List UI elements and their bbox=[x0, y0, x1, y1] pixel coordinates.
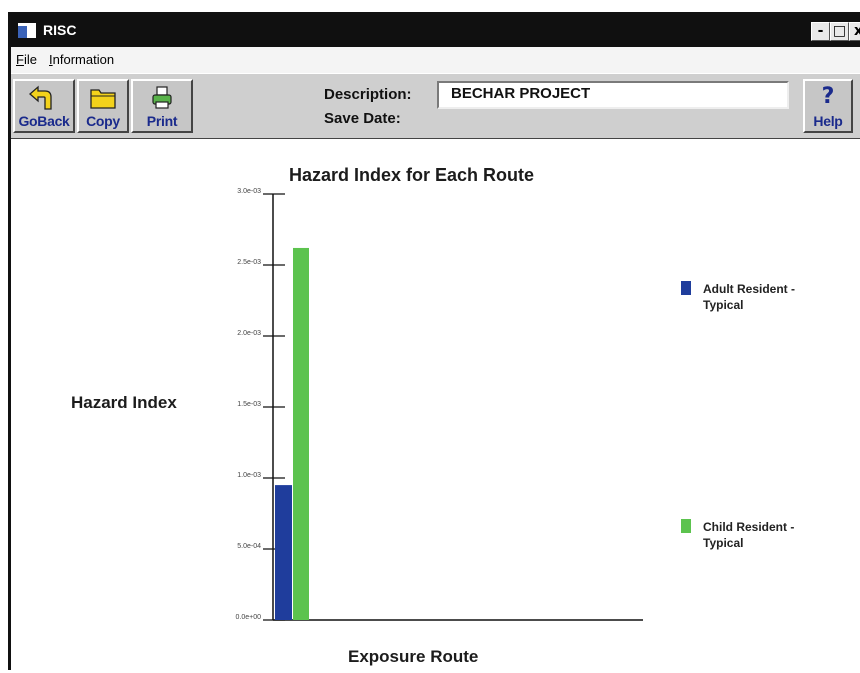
menu-file[interactable]: File bbox=[16, 52, 37, 67]
maximize-button[interactable]: □ bbox=[830, 22, 849, 41]
y-tick-label: 1.5e-03 bbox=[237, 401, 261, 408]
hazard-chart: 0.0e+00 5.0e-04 1.0e-03 1.5e-03 2.0e-03 2.5e-… bbox=[236, 188, 643, 621]
folder-icon bbox=[90, 89, 116, 109]
help-label: Help bbox=[813, 113, 843, 129]
minimize-button[interactable]: - bbox=[811, 22, 830, 41]
bar-child bbox=[293, 247, 309, 620]
description-label: Description: bbox=[324, 86, 412, 103]
copy-label: Copy bbox=[86, 113, 120, 129]
y-tick-label: 2.5e-03 bbox=[237, 259, 261, 266]
goback-button[interactable]: GoBack bbox=[13, 79, 75, 133]
save-date-label: Save Date: bbox=[324, 110, 401, 127]
legend-swatch-adult bbox=[681, 281, 691, 295]
y-tick-label: 3.0e-03 bbox=[237, 188, 261, 195]
print-label: Print bbox=[146, 113, 178, 129]
y-tick-label: 2.0e-03 bbox=[237, 330, 261, 337]
y-tick-label: 0.0e+00 bbox=[236, 614, 262, 621]
menu-information[interactable]: Information bbox=[49, 52, 114, 67]
y-tick-label: 5.0e-04 bbox=[237, 543, 261, 550]
legend-label-adult: Adult Resident - Typical bbox=[703, 282, 795, 312]
window-title: RISC bbox=[43, 22, 77, 38]
menu-bar: File Information bbox=[11, 47, 860, 73]
y-tick-label: 1.0e-03 bbox=[237, 472, 261, 479]
close-button[interactable]: x bbox=[849, 22, 860, 41]
app-icon bbox=[18, 23, 36, 38]
risc-window: RISC - □ x File Information GoBack Copy bbox=[8, 12, 860, 670]
title-bar[interactable]: RISC - □ x bbox=[11, 15, 860, 47]
copy-button[interactable]: Copy bbox=[77, 79, 129, 133]
bar-adult bbox=[275, 485, 292, 620]
print-button[interactable]: Print bbox=[131, 79, 193, 133]
legend-label-child: Child Resident - Typical bbox=[703, 520, 795, 550]
goback-label: GoBack bbox=[18, 113, 70, 129]
help-icon: ? bbox=[821, 84, 835, 109]
legend-swatch-child bbox=[681, 519, 691, 533]
chart-area: Hazard Index for Each Route Hazard Index… bbox=[11, 139, 860, 670]
help-button[interactable]: ? Help bbox=[803, 79, 853, 133]
back-arrow-icon bbox=[29, 85, 52, 110]
description-field[interactable]: BECHAR PROJECT bbox=[437, 81, 789, 109]
printer-icon bbox=[152, 86, 172, 109]
toolbar: GoBack Copy Print Description: Save Date… bbox=[11, 73, 860, 140]
